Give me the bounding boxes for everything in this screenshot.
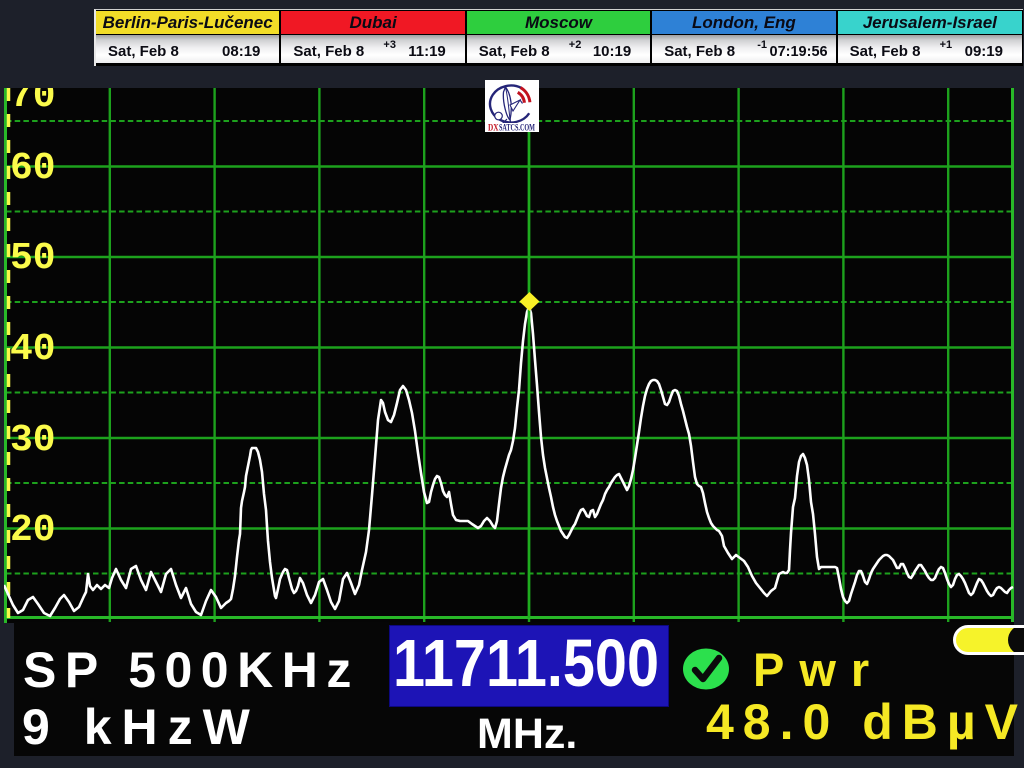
svg-text:SATCS.COM: SATCS.COM — [499, 124, 535, 133]
svg-text:DX: DX — [488, 124, 499, 133]
